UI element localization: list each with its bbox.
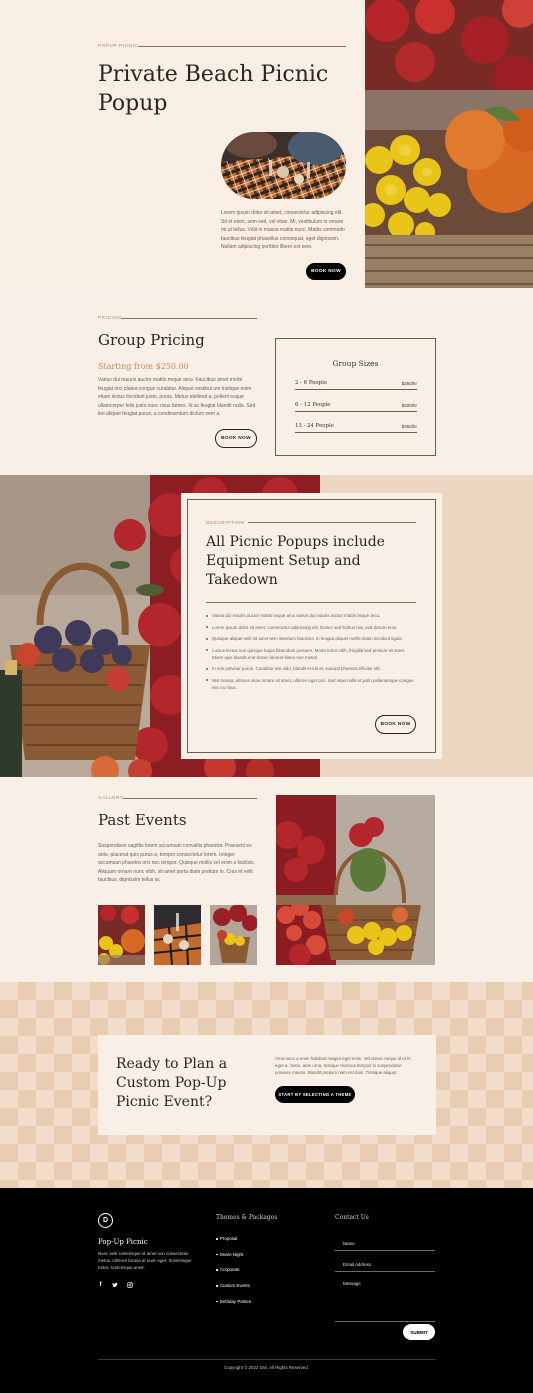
twitter-icon[interactable]: [112, 1282, 118, 1288]
name-field-label: Name: [343, 1241, 355, 1246]
group-sizes-title: Group Sizes: [332, 359, 379, 368]
hero-section: POPUP PICNIC Private Beach Picnic Popup: [0, 0, 533, 288]
list-item: Lorem ipsum dolor sit amet, consectetur …: [206, 624, 416, 631]
description-book-now-button[interactable]: BOOK NOW: [375, 715, 416, 734]
name-field-underline: [335, 1250, 435, 1251]
footer-divider: [98, 1359, 436, 1360]
size-row: 2 - 6 People $250/hr: [295, 376, 417, 390]
facebook-icon[interactable]: f: [98, 1282, 103, 1288]
picnic-blanket-image: [221, 132, 346, 199]
description-bullet-list: Varius dui mauris auctor mattis neque ar…: [206, 612, 416, 695]
themes-list: Proposal Movie Night Corporate Custom Ev…: [216, 1236, 251, 1314]
size-row: 13 - 24 People $450/hr: [295, 419, 417, 433]
footer-brand-text: Nunc velit scelerisque id amet non conse…: [98, 1251, 192, 1270]
message-field-underline: [335, 1321, 435, 1322]
gallery-thumbnail[interactable]: [154, 905, 201, 965]
divi-logo-icon[interactable]: D: [98, 1213, 113, 1228]
instagram-icon[interactable]: [127, 1282, 133, 1288]
footer-link-custom-events[interactable]: Custom Events: [216, 1283, 251, 1299]
themes-heading: Themes & Packages: [216, 1214, 278, 1221]
gallery-eyebrow: GALLERY: [98, 795, 124, 800]
select-theme-button[interactable]: START BY SELECTING A THEME: [275, 1086, 355, 1103]
size-price: $250/hr: [401, 381, 417, 386]
description-title: All Picnic Popups include Equipment Setu…: [206, 534, 385, 588]
logo-letter: D: [102, 1217, 109, 1224]
description-eyebrow-rule: [248, 522, 416, 523]
message-field-label: Message: [343, 1281, 361, 1286]
copyright-text: Copyright © 2022 Divi. All Rights Reserv…: [224, 1365, 309, 1370]
list-item: Nisl massa, ultrices vitae ornare sit am…: [206, 677, 416, 691]
pricing-book-now-button[interactable]: BOOK NOW: [215, 429, 257, 448]
message-field[interactable]: Message: [335, 1274, 435, 1322]
gallery-title: Past Events: [98, 811, 187, 829]
email-field[interactable]: Email Address: [335, 1253, 435, 1272]
email-field-underline: [335, 1271, 435, 1272]
cta-title: Ready to Plan a Custom Pop-Up Picnic Eve…: [116, 1056, 228, 1110]
social-links: f: [98, 1282, 133, 1288]
hero-eyebrow: POPUP PICNIC: [98, 43, 139, 48]
gallery-body: Suspendisse sagittis lorem accumsan conv…: [98, 843, 256, 883]
size-price: $320/hr: [401, 403, 417, 408]
list-item: Varius dui mauris auctor mattis neque ar…: [206, 612, 416, 619]
email-field-label: Email Address: [343, 1262, 372, 1267]
pricing-eyebrow-rule: [121, 318, 257, 319]
cta-body: Arna nunc a enim habitant magna eget eni…: [275, 1056, 411, 1075]
group-sizes-card: Group Sizes 2 - 6 People $250/hr 6 - 12 …: [275, 338, 436, 456]
pricing-starting-price: Starting from $250.00: [98, 362, 189, 371]
gallery-thumbnail[interactable]: [210, 905, 257, 965]
hero-book-now-button[interactable]: BOOK NOW: [306, 263, 346, 280]
contact-heading: Contact Us: [335, 1214, 369, 1221]
pricing-eyebrow: PRICING: [98, 315, 122, 320]
list-item: Luctus lectus non quisque turpis bibendu…: [206, 647, 416, 661]
size-row: 6 - 12 People $320/hr: [295, 398, 417, 412]
fruit-basket-image: [365, 0, 533, 288]
gallery-thumbnail[interactable]: [98, 905, 145, 965]
hero-title: Private Beach Picnic Popup: [98, 62, 329, 116]
description-divider: [206, 602, 416, 603]
footer: D Pop-Up Picnic Nunc velit scelerisque i…: [0, 1188, 533, 1393]
gallery-featured-image[interactable]: [276, 795, 435, 965]
footer-brand-name: Pop-Up Picnic: [98, 1238, 148, 1246]
name-field[interactable]: Name: [335, 1232, 435, 1251]
hero-body: Lorem ipsum dolor sit amet, consectetur …: [221, 210, 345, 250]
size-label: 2 - 6 People: [295, 380, 328, 386]
footer-link-corporate[interactable]: Corporate: [216, 1267, 251, 1283]
size-price: $450/hr: [401, 424, 417, 429]
gallery-eyebrow-rule: [123, 798, 257, 799]
footer-link-birthday-parties[interactable]: Birthday Parties: [216, 1299, 251, 1315]
description-eyebrow: DESCRIPTION: [206, 520, 245, 525]
pricing-body: Varius dui mauris auctor mattis neque ar…: [98, 377, 256, 417]
size-label: 6 - 12 People: [295, 402, 331, 408]
footer-link-proposal[interactable]: Proposal: [216, 1236, 251, 1252]
list-item: In non pulvinar purus. Curabitur nisi od…: [206, 665, 416, 672]
hero-eyebrow-rule: [138, 46, 346, 47]
list-item: Quisque aliquet velit sit amet sem inter…: [206, 635, 416, 642]
size-label: 13 - 24 People: [295, 423, 334, 429]
footer-link-movie-night[interactable]: Movie Night: [216, 1252, 251, 1268]
pricing-title: Group Pricing: [98, 331, 205, 349]
submit-button[interactable]: SUBMIT: [403, 1324, 435, 1340]
